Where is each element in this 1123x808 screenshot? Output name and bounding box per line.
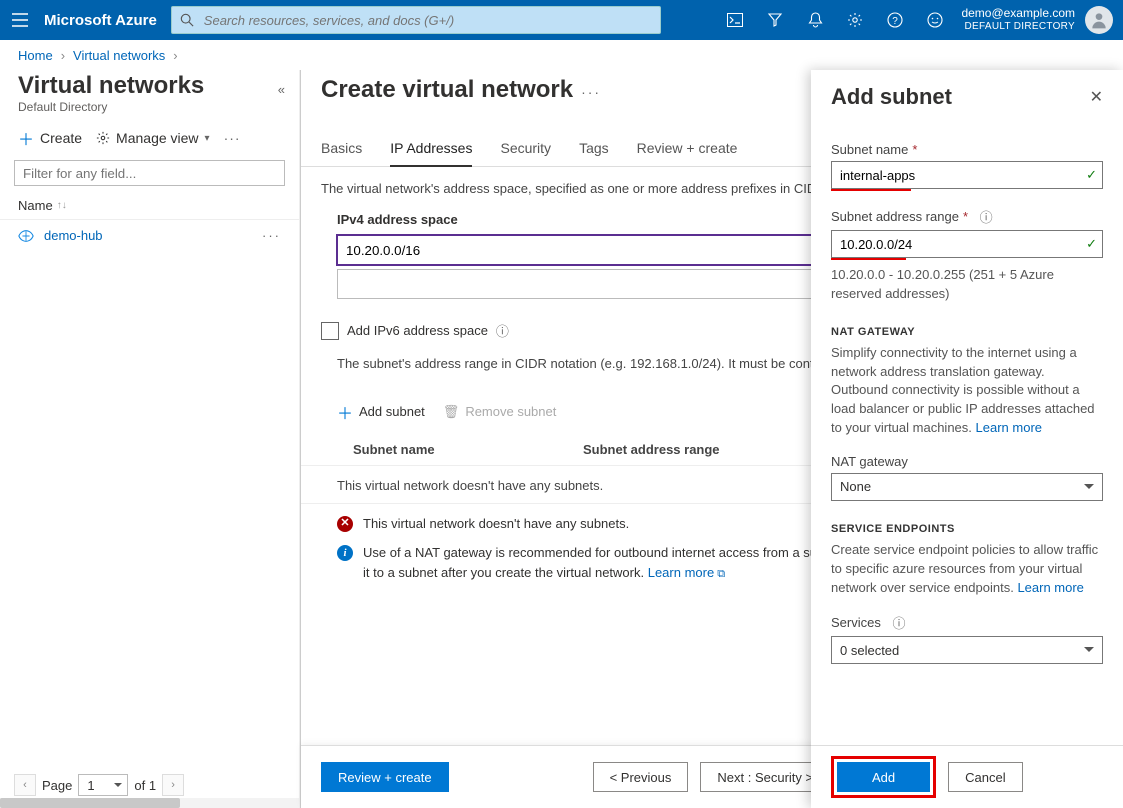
title-menu[interactable]: ···: [581, 84, 601, 100]
info-icon[interactable]: ⓘ: [980, 207, 993, 226]
subnet-range-label: Subnet address range* ⓘ: [831, 207, 1103, 226]
svg-text:?: ?: [893, 16, 899, 27]
more-menu[interactable]: ···: [224, 130, 241, 146]
vnets-list-blade: Virtual networks « Default Directory ＋Cr…: [0, 70, 300, 808]
add-button[interactable]: Add: [837, 762, 930, 792]
subnet-name-label: Subnet name*: [831, 142, 1103, 157]
subnet-range-input[interactable]: [831, 230, 1103, 258]
check-icon: ✓: [1086, 167, 1097, 183]
tab-ip-addresses[interactable]: IP Addresses: [390, 132, 472, 166]
chevron-down-icon: ▾: [205, 133, 210, 144]
error-icon: ✕: [337, 516, 353, 532]
search-input[interactable]: [202, 12, 660, 29]
tab-basics[interactable]: Basics: [321, 132, 362, 166]
paginator: ‹ Page 1 of 1 ›: [0, 774, 299, 796]
close-icon[interactable]: ✕: [1090, 87, 1103, 107]
filter-input[interactable]: [14, 160, 285, 186]
column-header-name[interactable]: Name↑↓: [0, 192, 299, 220]
h-scrollbar[interactable]: [0, 798, 299, 808]
account-email: demo@example.com: [961, 6, 1075, 20]
nat-gateway-label: NAT gateway: [831, 454, 1103, 469]
breadcrumb: Home › Virtual networks ›: [0, 40, 1123, 70]
collapse-blade-icon[interactable]: «: [278, 82, 285, 97]
learn-more-link[interactable]: Learn more: [1017, 580, 1083, 595]
add-subnet-panel: Add subnet ✕ Subnet name* ✓ Subnet addre…: [811, 70, 1123, 808]
gear-icon: [96, 131, 110, 145]
notifications-icon[interactable]: [795, 0, 835, 40]
learn-more-link[interactable]: Learn more: [976, 420, 1042, 435]
page-next-button[interactable]: ›: [162, 774, 184, 796]
subnet-range-field: ✓: [831, 230, 1103, 258]
chevron-right-icon: ›: [173, 48, 177, 63]
service-endpoints-header: SERVICE ENDPOINTS: [831, 523, 1103, 535]
info-icon: i: [337, 545, 353, 561]
vnet-name: demo-hub: [44, 228, 103, 243]
trash-icon: 🗑: [443, 404, 460, 420]
subnet-name-input[interactable]: [831, 161, 1103, 189]
service-endpoints-desc: Create service endpoint policies to allo…: [831, 541, 1103, 598]
page-prev-button[interactable]: ‹: [14, 774, 36, 796]
subnet-name-field: ✓: [831, 161, 1103, 189]
highlight-box: Add: [831, 756, 936, 798]
search-icon: [172, 13, 202, 27]
breadcrumb-home[interactable]: Home: [18, 48, 53, 63]
info-icon[interactable]: ⓘ: [496, 321, 509, 340]
review-create-button[interactable]: Review + create: [321, 762, 449, 792]
chevron-right-icon: ›: [61, 48, 65, 63]
account-block[interactable]: demo@example.com DEFAULT DIRECTORY: [955, 6, 1081, 34]
vnet-row[interactable]: demo-hub ···: [0, 220, 299, 251]
services-select[interactable]: 0 selected: [831, 636, 1103, 664]
directory-filter-icon[interactable]: [755, 0, 795, 40]
sort-asc-icon: ↑↓: [57, 200, 67, 211]
global-header: Microsoft Azure ? demo@example.com DEFAU…: [0, 0, 1123, 40]
plus-icon: ＋: [18, 126, 34, 150]
add-subnet-button[interactable]: ＋Add subnet: [337, 400, 425, 424]
external-link-icon: ⧉: [717, 568, 725, 580]
tab-review[interactable]: Review + create: [637, 132, 738, 166]
avatar[interactable]: [1085, 6, 1113, 34]
tab-security[interactable]: Security: [500, 132, 551, 166]
list-toolbar: ＋Create Manage view ▾ ···: [0, 126, 299, 160]
blade-subtitle: Default Directory: [0, 100, 299, 126]
manage-view-button[interactable]: Manage view ▾: [96, 130, 210, 146]
brand-label[interactable]: Microsoft Azure: [40, 12, 171, 29]
account-directory: DEFAULT DIRECTORY: [965, 20, 1076, 34]
tab-tags[interactable]: Tags: [579, 132, 609, 166]
nat-section-header: NAT GATEWAY: [831, 326, 1103, 338]
plus-icon: ＋: [337, 400, 353, 424]
feedback-icon[interactable]: [915, 0, 955, 40]
info-icon[interactable]: ⓘ: [892, 613, 905, 632]
row-menu[interactable]: ···: [262, 228, 281, 243]
page-select[interactable]: 1: [78, 774, 128, 796]
create-button[interactable]: ＋Create: [18, 126, 82, 150]
hamburger-icon[interactable]: [0, 0, 40, 40]
panel-title: Add subnet: [831, 84, 1090, 110]
range-help: 10.20.0.0 - 10.20.0.255 (251 + 5 Azure r…: [831, 266, 1103, 304]
nat-desc: Simplify connectivity to the internet us…: [831, 344, 1103, 438]
help-icon[interactable]: ?: [875, 0, 915, 40]
services-label: Services ⓘ: [831, 613, 1103, 632]
panel-footer: Add Cancel: [811, 745, 1123, 808]
col-subnet-name: Subnet name: [353, 442, 583, 457]
col-subnet-range: Subnet address range: [583, 442, 720, 457]
nat-gateway-select[interactable]: None: [831, 473, 1103, 501]
check-icon: ✓: [1086, 236, 1097, 252]
ipv6-checkbox[interactable]: [321, 322, 339, 340]
breadcrumb-vnets[interactable]: Virtual networks: [73, 48, 165, 63]
remove-subnet-button: 🗑Remove subnet: [443, 404, 557, 420]
cancel-button[interactable]: Cancel: [948, 762, 1022, 792]
blade-title: Virtual networks: [0, 72, 299, 100]
header-right: ? demo@example.com DEFAULT DIRECTORY: [715, 0, 1123, 40]
ipv6-label: Add IPv6 address space: [347, 323, 488, 338]
cloud-shell-icon[interactable]: [715, 0, 755, 40]
filter-field[interactable]: [14, 160, 285, 186]
learn-more-link[interactable]: Learn more: [648, 565, 714, 580]
vnet-icon: [18, 229, 36, 243]
previous-button[interactable]: < Previous: [593, 762, 689, 792]
settings-gear-icon[interactable]: [835, 0, 875, 40]
global-search[interactable]: [171, 6, 661, 34]
